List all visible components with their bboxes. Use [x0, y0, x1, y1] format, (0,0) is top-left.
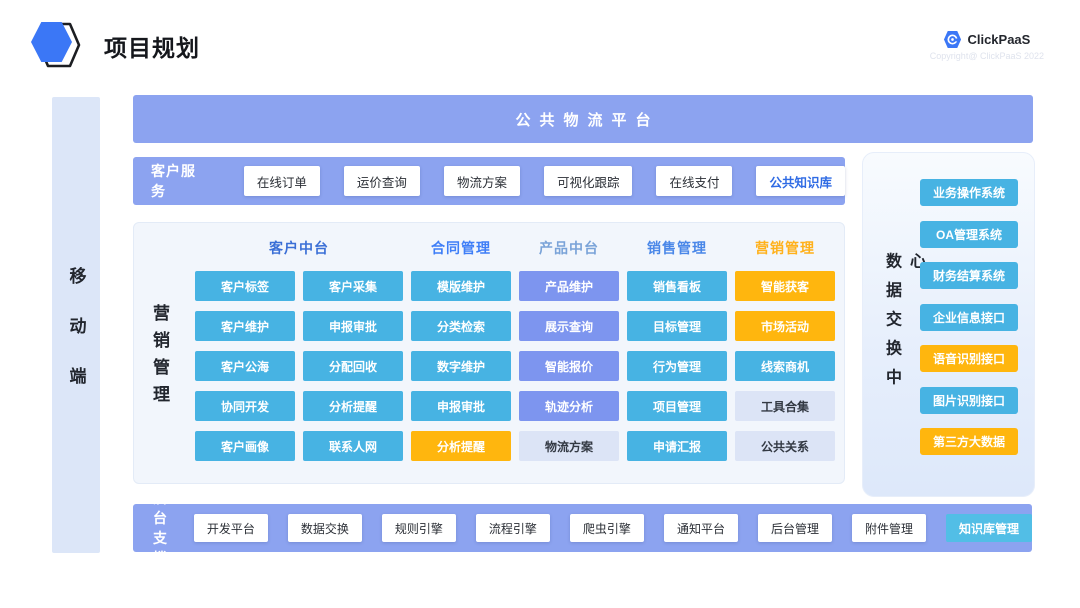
support-row-label: 后台支撑	[153, 488, 170, 568]
exchange-item[interactable]: 第三方大数据	[920, 428, 1018, 455]
bar-button[interactable]: 可视化跟踪	[544, 166, 633, 196]
matrix-module-cell[interactable]: 客户公海	[195, 351, 295, 381]
exchange-item[interactable]: OA管理系统	[920, 221, 1018, 248]
matrix-module-cell[interactable]: 客户采集	[303, 271, 403, 301]
bar-button[interactable]: 流程引擎	[476, 514, 550, 542]
exchange-item[interactable]: 图片识别接口	[920, 387, 1018, 414]
clickpaas-logo-icon	[943, 30, 962, 49]
matrix-column-header: 营销管理	[735, 235, 835, 261]
matrix-module-cell[interactable]: 产品维护	[519, 271, 619, 301]
bar-button[interactable]: 数据交换	[288, 514, 362, 542]
matrix-column-header: 客户中台	[195, 235, 403, 261]
service-row-label: 客户服务	[151, 161, 210, 201]
matrix-module-cell[interactable]: 分析提醒	[411, 431, 511, 461]
matrix-grid: 客户中台合同管理产品中台销售管理营销管理客户标签客户采集模版维护产品维护销售看板…	[195, 235, 835, 461]
brand-copyright: Copyright@ ClickPaaS 2022	[930, 51, 1044, 61]
page: 项目规划 ClickPaaS Copyright@ ClickPaaS 2022…	[0, 0, 1080, 608]
matrix-module-cell[interactable]: 行为管理	[627, 351, 727, 381]
banner-title: 公共物流平台	[506, 109, 659, 130]
bar-button[interactable]: 公共知识库	[756, 166, 845, 196]
matrix-module-cell[interactable]: 分析提醒	[303, 391, 403, 421]
service-buttons: 在线订单运价查询物流方案可视化跟踪在线支付公共知识库	[244, 166, 845, 196]
matrix-module-cell[interactable]: 数字维护	[411, 351, 511, 381]
matrix-module-cell[interactable]: 目标管理	[627, 311, 727, 341]
bar-button[interactable]: 物流方案	[444, 166, 520, 196]
sidebar-mobile: 移动端	[52, 97, 100, 553]
matrix-module-cell[interactable]: 展示查询	[519, 311, 619, 341]
matrix-module-cell[interactable]: 客户标签	[195, 271, 295, 301]
hexagon-logo-icon	[30, 18, 88, 74]
matrix-module-cell[interactable]: 线索商机	[735, 351, 835, 381]
matrix-column-header: 合同管理	[411, 235, 511, 261]
matrix-module-cell[interactable]: 物流方案	[519, 431, 619, 461]
matrix-module-cell[interactable]: 销售看板	[627, 271, 727, 301]
matrix-side-label: 营销管理	[147, 294, 172, 412]
app-header: 项目规划	[30, 18, 200, 74]
bar-button[interactable]: 爬虫引擎	[570, 514, 644, 542]
support-row: 后台支撑 开发平台数据交换规则引擎流程引擎爬虫引擎通知平台后台管理附件管理知识库…	[133, 504, 1032, 552]
matrix-column-header: 销售管理	[627, 235, 727, 261]
matrix-module-cell[interactable]: 智能获客	[735, 271, 835, 301]
matrix-module-cell[interactable]: 项目管理	[627, 391, 727, 421]
marketing-matrix-panel: 营销管理 客户中台合同管理产品中台销售管理营销管理客户标签客户采集模版维护产品维…	[133, 222, 845, 484]
matrix-module-cell[interactable]: 智能报价	[519, 351, 619, 381]
bar-button[interactable]: 知识库管理	[946, 514, 1032, 542]
matrix-module-cell[interactable]: 分类检索	[411, 311, 511, 341]
matrix-module-cell[interactable]: 公共关系	[735, 431, 835, 461]
matrix-module-cell[interactable]: 协同开发	[195, 391, 295, 421]
support-buttons: 开发平台数据交换规则引擎流程引擎爬虫引擎通知平台后台管理附件管理知识库管理	[194, 514, 1032, 542]
bar-button[interactable]: 附件管理	[852, 514, 926, 542]
bar-button[interactable]: 通知平台	[664, 514, 738, 542]
exchange-item[interactable]: 企业信息接口	[920, 304, 1018, 331]
matrix-module-cell[interactable]: 申请汇报	[627, 431, 727, 461]
bar-button[interactable]: 在线支付	[656, 166, 732, 196]
page-title: 项目规划	[104, 29, 200, 63]
matrix-module-cell[interactable]: 客户维护	[195, 311, 295, 341]
exchange-item[interactable]: 财务结算系统	[920, 262, 1018, 289]
bar-button[interactable]: 开发平台	[194, 514, 268, 542]
bar-button[interactable]: 规则引擎	[382, 514, 456, 542]
bar-button[interactable]: 后台管理	[758, 514, 832, 542]
exchange-item[interactable]: 业务操作系统	[920, 179, 1018, 206]
matrix-module-cell[interactable]: 申报审批	[411, 391, 511, 421]
data-exchange-panel: 数据交换中心 业务操作系统OA管理系统财务结算系统企业信息接口语音识别接口图片识…	[862, 152, 1035, 497]
exchange-items: 业务操作系统 OA管理系统财务结算系统企业信息接口语音识别接口图片识别接口第三方大…	[920, 179, 1018, 455]
brand-name: ClickPaaS	[967, 32, 1030, 47]
matrix-column-header: 产品中台	[519, 235, 619, 261]
bar-button[interactable]: 在线订单	[244, 166, 320, 196]
service-row: 客户服务 在线订单运价查询物流方案可视化跟踪在线支付公共知识库	[133, 157, 845, 205]
matrix-module-cell[interactable]: 联系人网	[303, 431, 403, 461]
banner-logistics-platform: 公共物流平台	[133, 95, 1033, 143]
matrix-module-cell[interactable]: 市场活动	[735, 311, 835, 341]
matrix-module-cell[interactable]: 轨迹分析	[519, 391, 619, 421]
matrix-module-cell[interactable]: 模版维护	[411, 271, 511, 301]
matrix-module-cell[interactable]: 分配回收	[303, 351, 403, 381]
exchange-item[interactable]: 语音识别接口	[920, 345, 1018, 372]
brand: ClickPaaS Copyright@ ClickPaaS 2022	[930, 30, 1044, 61]
sidebar-label: 移动端	[64, 234, 89, 417]
bar-button[interactable]: 运价查询	[344, 166, 420, 196]
matrix-module-cell[interactable]: 客户画像	[195, 431, 295, 461]
matrix-module-cell[interactable]: 工具合集	[735, 391, 835, 421]
matrix-module-cell[interactable]: 申报审批	[303, 311, 403, 341]
